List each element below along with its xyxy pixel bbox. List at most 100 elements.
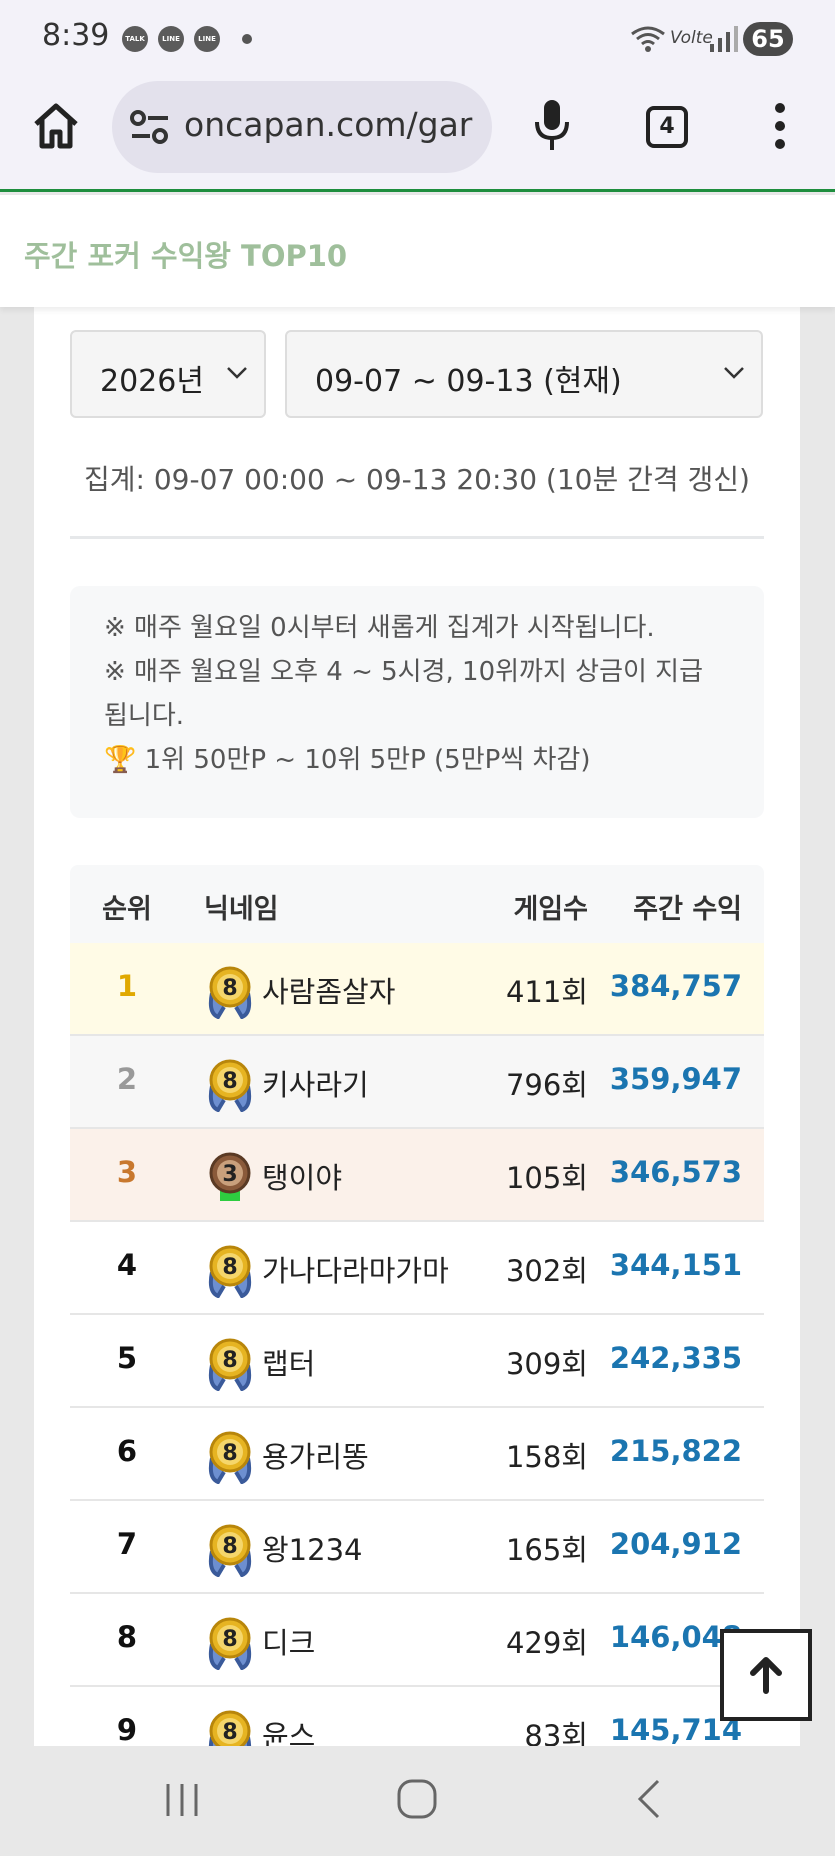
games-cell: 411회 — [505, 975, 588, 1009]
rank-cell: 4 — [116, 1248, 138, 1282]
header-rank: 순위 — [102, 894, 152, 925]
mic-icon[interactable] — [532, 98, 572, 154]
talk-notification-icon: TALK — [122, 26, 148, 52]
level-number: 8 — [222, 1534, 237, 1559]
profit-cell: 359,947 — [609, 1062, 742, 1096]
table-header: 순위 닉네임 게임수 주간 수익 — [70, 865, 764, 943]
ranking-card: 2026년 09-07 ~ 09-13 (현재) 집계: 09-07 00:00… — [34, 300, 800, 1746]
gold-medal-icon: 8 — [208, 1431, 252, 1484]
system-nav-bar — [0, 1746, 835, 1856]
tune-icon[interactable] — [130, 109, 170, 145]
nickname-link[interactable]: 용가리똥 — [262, 1434, 369, 1476]
games-cell: 309회 — [505, 1347, 588, 1381]
table-row: 2 8 키사라기 796회 359,947 — [70, 1036, 764, 1129]
notice-line: ※ 매주 월요일 오후 4 ~ 5시경, 10위까지 상금이 지급 — [104, 657, 704, 687]
volte-indicator: Volte — [670, 28, 713, 48]
profit-cell: 384,757 — [609, 969, 742, 1003]
table-row: 4 8 가나다라마가마 302회 344,151 — [70, 1222, 764, 1315]
header-nickname: 닉네임 — [204, 894, 279, 925]
table-row: 9 8 윤스 83회 145,714 — [70, 1687, 764, 1746]
level-number: 8 — [222, 1255, 237, 1280]
chevron-down-icon — [227, 367, 247, 379]
bronze-medal-icon: 3 — [209, 1152, 251, 1201]
games-cell: 158회 — [505, 1440, 588, 1474]
notice-prize-line: 🏆 1위 50만P ~ 10위 5만P (5만P씩 차감) — [104, 745, 591, 775]
gold-medal-icon: 8 — [208, 966, 252, 1019]
level-number: 8 — [222, 1441, 237, 1466]
nickname-link[interactable]: 사람좀살자 — [262, 969, 395, 1011]
nickname-link[interactable]: 윤스 — [262, 1713, 315, 1746]
profit-cell: 346,573 — [609, 1155, 742, 1189]
nickname-link[interactable]: 키사라기 — [262, 1062, 369, 1104]
header-games: 게임수 — [513, 894, 588, 925]
aggregation-range: 집계: 09-07 00:00 ~ 09-13 20:30 (10분 간격 갱신… — [83, 463, 750, 496]
status-time: 8:39 — [42, 18, 110, 53]
rank-cell: 6 — [116, 1434, 138, 1468]
header-profit: 주간 수익 — [633, 894, 742, 925]
table-row: 7 8 왕1234 165회 204,912 — [70, 1501, 764, 1594]
nickname-link[interactable]: 탱이야 — [262, 1155, 342, 1197]
rank-cell: 2 — [116, 1062, 138, 1096]
page-title: 주간 포커 수익왕 TOP10 — [24, 239, 348, 273]
nickname-link[interactable]: 랩터 — [262, 1341, 315, 1383]
level-number: 3 — [222, 1162, 237, 1187]
gold-medal-icon: 8 — [208, 1617, 252, 1670]
tab-switcher-button[interactable]: 4 — [646, 106, 688, 148]
recent-apps-icon[interactable] — [164, 1782, 200, 1818]
page-header: 주간 포커 수익왕 TOP10 — [0, 195, 835, 307]
games-cell: 83회 — [524, 1719, 588, 1746]
browser-toolbar: oncapan.com/gar 4 — [0, 76, 835, 192]
address-bar[interactable]: oncapan.com/gar — [112, 81, 492, 173]
gold-medal-icon: 8 — [208, 1059, 252, 1112]
gold-medal-icon: 8 — [208, 1710, 252, 1746]
table-body: 1 8 사람좀살자 411회 384,757 2 8 키사라기 796회 359,947 3 3 탱이야… — [70, 943, 764, 1746]
games-cell: 165회 — [505, 1533, 588, 1567]
url-text[interactable]: oncapan.com/gar — [184, 105, 472, 144]
gold-medal-icon: 8 — [208, 1245, 252, 1298]
home-icon[interactable] — [30, 100, 82, 152]
rank-cell: 1 — [116, 969, 138, 1003]
rank-cell: 8 — [116, 1620, 138, 1654]
profit-cell: 242,335 — [609, 1341, 742, 1375]
chevron-down-icon — [724, 367, 744, 379]
more-notifications-dot — [242, 34, 252, 44]
table-row: 6 8 용가리똥 158회 215,822 — [70, 1408, 764, 1501]
games-cell: 429회 — [505, 1626, 588, 1660]
nickname-link[interactable]: 디크 — [262, 1620, 315, 1662]
signal-icon — [710, 26, 738, 52]
scroll-to-top-button[interactable] — [720, 1629, 812, 1721]
year-select[interactable]: 2026년 — [70, 330, 266, 418]
line-notification-icon-2: LINE — [194, 26, 220, 52]
table-row: 5 8 랩터 309회 242,335 — [70, 1315, 764, 1408]
divider — [70, 536, 764, 539]
level-number: 8 — [222, 976, 237, 1001]
week-select-value: 09-07 ~ 09-13 (현재) — [315, 364, 622, 399]
week-select[interactable]: 09-07 ~ 09-13 (현재) — [285, 330, 763, 418]
notice-box: ※ 매주 월요일 0시부터 새롭게 집계가 시작됩니다. ※ 매주 월요일 오후… — [70, 586, 764, 818]
rank-cell: 3 — [116, 1155, 138, 1189]
status-bar: 8:39 TALK LINE LINE Volte 65 — [0, 0, 835, 76]
year-select-value: 2026년 — [100, 364, 204, 399]
back-icon[interactable] — [636, 1778, 662, 1820]
wifi-icon — [631, 26, 665, 52]
rank-cell: 7 — [116, 1527, 138, 1561]
games-cell: 302회 — [505, 1254, 588, 1288]
level-number: 8 — [222, 1627, 237, 1652]
rank-cell: 5 — [116, 1341, 138, 1375]
profit-cell: 344,151 — [609, 1248, 742, 1282]
level-number: 8 — [222, 1720, 237, 1745]
table-row: 3 3 탱이야 105회 346,573 — [70, 1129, 764, 1222]
ranking-table: 순위 닉네임 게임수 주간 수익 1 8 사람좀살자 411회 384,757 2 8 키사라… — [70, 865, 764, 1746]
notice-line: 됩니다. — [104, 701, 185, 731]
arrow-up-icon — [750, 1657, 782, 1694]
nickname-link[interactable]: 왕1234 — [262, 1527, 362, 1569]
table-row: 1 8 사람좀살자 411회 384,757 — [70, 943, 764, 1036]
nav-home-icon[interactable] — [396, 1778, 438, 1820]
nickname-link[interactable]: 가나다라마가마 — [262, 1248, 449, 1290]
battery-indicator: 65 — [743, 22, 793, 56]
profit-cell: 204,912 — [609, 1527, 742, 1561]
more-vert-icon[interactable] — [774, 102, 786, 150]
profit-cell: 215,822 — [609, 1434, 742, 1468]
level-number: 8 — [222, 1348, 237, 1373]
games-cell: 796회 — [505, 1068, 588, 1102]
